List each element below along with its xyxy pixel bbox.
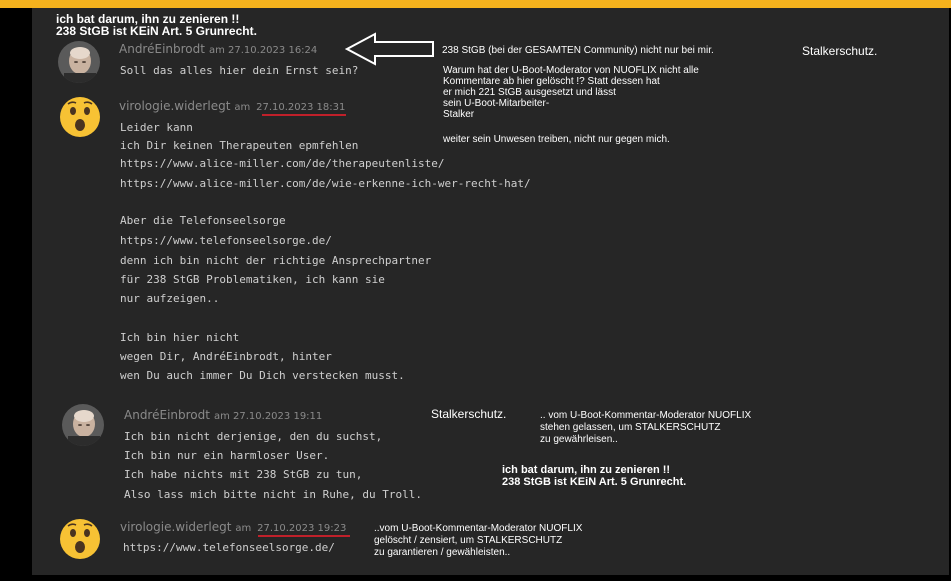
comment-text-line: Ich habe nichts mit 238 StGB zu tun, <box>124 468 363 481</box>
avatar-andre[interactable] <box>62 404 104 446</box>
comment-author[interactable]: AndréEinbrodt am 27.10.2023 16:24 <box>119 42 317 56</box>
comment-date-prefix: am <box>234 102 251 113</box>
annotation-line: Warum hat der U-Boot-Moderator von NUOFL… <box>443 65 699 76</box>
annotation-line: gelöscht / zensiert, um STALKERSCHUTZ <box>374 535 563 546</box>
annotation-line: 238 StGB (bei der GESAMTEN Community) ni… <box>442 45 714 56</box>
comment-author[interactable]: AndréEinbrodt am 27.10.2023 19:11 <box>124 408 322 422</box>
annotation-stalkerschutz: Stalkerschutz. <box>802 44 878 58</box>
comment-text-line: Ich bin nur ein harmloser User. <box>124 449 330 462</box>
comment-link[interactable]: https://www.telefonseelsorge.de/ <box>120 234 332 247</box>
avatar-andre[interactable] <box>58 41 100 83</box>
comment-text-line: denn ich bin nicht der richtige Ansprech… <box>120 254 432 267</box>
annotation-line: er mich 221 StGB ausgesetzt und lässt <box>443 87 616 98</box>
comment-text-line: Soll das alles hier dein Ernst sein? <box>120 64 359 77</box>
red-underline <box>262 114 346 116</box>
annotation-stalkerschutz: Stalkerschutz. <box>431 407 507 421</box>
comment-text-line: Ich bin hier nicht <box>120 331 240 344</box>
comment-date[interactable]: 27.10.2023 18:31 <box>256 102 345 113</box>
overlay-heading-line2: 238 StGB ist KEiN Art. 5 Grunrecht. <box>56 24 257 38</box>
surprised-face-emoji-icon[interactable] <box>59 96 101 138</box>
comment-text-line: Aber die Telefonseelsorge <box>120 214 286 227</box>
comment-text-line: Ich bin nicht derjenige, den du suchst, <box>124 430 383 443</box>
comment-date[interactable]: 27.10.2023 19:23 <box>257 523 346 534</box>
comment-link[interactable]: https://www.alice-miller.com/de/therapeu… <box>120 157 445 170</box>
annotation-line: stehen gelassen, um STALKERSCHUTZ <box>540 422 721 433</box>
bald-man-photo-icon <box>62 404 104 446</box>
comment-text-line: Leider kann <box>120 121 193 134</box>
comment-link[interactable]: https://www.alice-miller.com/de/wie-erke… <box>120 177 531 190</box>
comment-author[interactable]: virologie.widerlegt am 27.10.2023 19:23 <box>120 520 346 534</box>
comment-link[interactable]: https://www.telefonseelsorge.de/ <box>123 541 335 554</box>
annotation-line: Kommentare ab hier gelöscht !? Statt des… <box>443 76 660 87</box>
comment-date[interactable]: am 27.10.2023 19:11 <box>214 411 322 422</box>
author-name[interactable]: AndréEinbrodt <box>119 42 205 56</box>
comment-text-line: für 238 StGB Problematiken, ich kann sie <box>120 273 385 286</box>
annotation-bold-line: ich bat darum, ihn zu zenieren !! <box>502 464 671 476</box>
comment-text-line: Also lass mich bitte nicht in Ruhe, du T… <box>124 488 423 501</box>
comment-text-line: wen Du auch immer Du Dich verstecken mus… <box>120 369 405 382</box>
surprised-face-emoji-icon[interactable] <box>59 518 101 560</box>
comment-date[interactable]: am 27.10.2023 16:24 <box>209 45 317 56</box>
author-name[interactable]: virologie.widerlegt <box>120 520 231 534</box>
annotation-line: weiter sein Unwesen treiben, nicht nur g… <box>443 134 670 145</box>
comment-text-line: nur aufzeigen.. <box>120 292 220 305</box>
comment-author[interactable]: virologie.widerlegt am 27.10.2023 18:31 <box>119 99 345 113</box>
bald-man-photo-icon <box>58 41 100 83</box>
annotation-line: zu gewährleisen.. <box>540 434 618 445</box>
annotation-line: Stalker <box>443 109 475 120</box>
top-accent-bar <box>0 0 951 8</box>
annotation-line: ..vom U-Boot-Kommentar-Moderator NUOFLIX <box>374 523 583 534</box>
annotation-line: zu garantieren / gewähleisten.. <box>374 547 511 558</box>
comment-text-line: ich Dir keinen Therapeuten epmfehlen <box>120 139 359 152</box>
annotation-line: sein U-Boot-Mitarbeiter- <box>443 98 550 109</box>
comment-date-prefix: am <box>235 523 252 534</box>
author-name[interactable]: virologie.widerlegt <box>119 99 230 113</box>
overlay-heading: ich bat darum, ihn zu zenieren !! 238 St… <box>56 13 257 37</box>
annotation-bold-line: 238 StGB ist KEiN Art. 5 Grunrecht. <box>502 476 687 488</box>
comment-text-line: wegen Dir, AndréEinbrodt, hinter <box>120 350 332 363</box>
left-arrow-icon <box>345 32 434 66</box>
red-underline <box>258 535 350 537</box>
annotation-line: .. vom U-Boot-Kommentar-Moderator NUOFLI… <box>540 410 752 421</box>
author-name[interactable]: AndréEinbrodt <box>124 408 210 422</box>
